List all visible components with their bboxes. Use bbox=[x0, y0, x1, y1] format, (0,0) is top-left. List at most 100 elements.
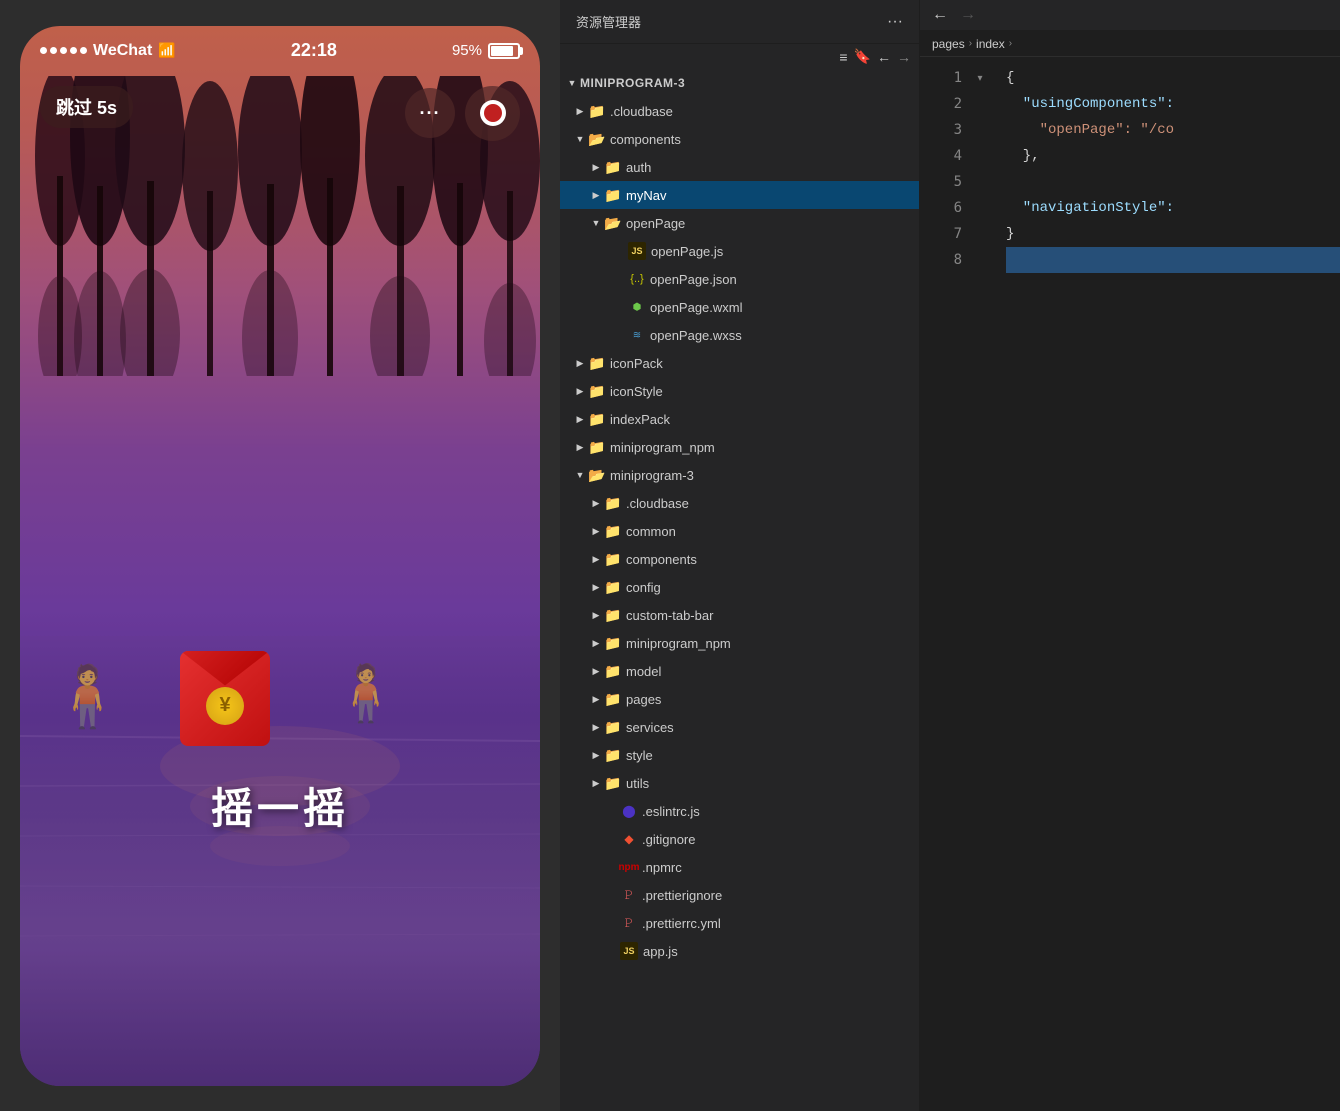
root-label: MINIPROGRAM-3 bbox=[580, 76, 685, 90]
person-right: 🧍 bbox=[332, 661, 400, 726]
folder-icon-custom-tab-bar: 📁 bbox=[604, 606, 622, 624]
signal-dots bbox=[40, 47, 87, 54]
code-line-3: "openPage": "/co bbox=[1006, 117, 1340, 143]
folder-icon-miniprogram-npm-2: 📁 bbox=[604, 634, 622, 652]
chevron-iconpack bbox=[572, 355, 588, 371]
icon-wxss: ≋ bbox=[628, 326, 646, 344]
code-line-4: }, bbox=[1006, 143, 1340, 169]
fold-2 bbox=[970, 91, 990, 117]
forward-arrow-icon[interactable]: → bbox=[897, 49, 911, 65]
file-openpage-wxml[interactable]: ⬢ openPage.wxml bbox=[560, 293, 919, 321]
label-cloudbase-1: .cloudbase bbox=[610, 104, 911, 119]
chevron-openpage bbox=[588, 215, 604, 231]
list-icon[interactable]: ≡ bbox=[839, 49, 847, 65]
red-envelope-container: 🧍 🧍 ¥ bbox=[180, 651, 270, 746]
file-openpage-json[interactable]: {..} openPage.json bbox=[560, 265, 919, 293]
folder-style[interactable]: 📁 style bbox=[560, 741, 919, 769]
back-arrow-icon[interactable]: ← bbox=[877, 49, 891, 65]
folder-icon-model: 📁 bbox=[604, 662, 622, 680]
root-item[interactable]: MINIPROGRAM-3 bbox=[560, 69, 919, 97]
code-content[interactable]: { "usingComponents": "openPage": "/co }, bbox=[990, 57, 1340, 1111]
back-nav-icon[interactable]: ← bbox=[928, 4, 952, 26]
line-num-6: 6 bbox=[920, 195, 962, 221]
icon-wxml: ⬢ bbox=[628, 298, 646, 316]
folder-miniprogram3[interactable]: 📂 miniprogram-3 bbox=[560, 461, 919, 489]
label-miniprogram3: miniprogram-3 bbox=[610, 468, 911, 483]
file-tree: 📁 .cloudbase 📂 components 📁 auth 📁 myNav bbox=[560, 97, 919, 1111]
label-model: model bbox=[626, 664, 911, 679]
label-iconstyle: iconStyle bbox=[610, 384, 911, 399]
red-envelope[interactable]: ¥ bbox=[180, 651, 270, 746]
folder-components[interactable]: 📂 components bbox=[560, 125, 919, 153]
folder-iconstyle[interactable]: 📁 iconStyle bbox=[560, 377, 919, 405]
chevron-components bbox=[572, 131, 588, 147]
signal-dot-5 bbox=[80, 47, 87, 54]
folder-services[interactable]: 📁 services bbox=[560, 713, 919, 741]
folder-icon-config: 📁 bbox=[604, 578, 622, 596]
folder-custom-tab-bar[interactable]: 📁 custom-tab-bar bbox=[560, 601, 919, 629]
bookmark-icon[interactable]: 🔖 bbox=[854, 48, 871, 65]
file-npmrc[interactable]: npm .npmrc bbox=[560, 853, 919, 881]
skip-button[interactable]: 跳过 5s bbox=[40, 86, 133, 128]
folder-cloudbase-1[interactable]: 📁 .cloudbase bbox=[560, 97, 919, 125]
file-explorer: 资源管理器 ··· ≡ 🔖 ← → MINIPROGRAM-3 📁 bbox=[560, 0, 920, 1111]
carrier-name: WeChat bbox=[93, 42, 152, 60]
folder-cloudbase-2[interactable]: 📁 .cloudbase bbox=[560, 489, 919, 517]
file-prettierrc[interactable]: 𝙿 .prettierrc.yml bbox=[560, 909, 919, 937]
label-indexpack: indexPack bbox=[610, 412, 911, 427]
folder-components-2[interactable]: 📁 components bbox=[560, 545, 919, 573]
file-openpage-wxss[interactable]: ≋ openPage.wxss bbox=[560, 321, 919, 349]
folder-openpage[interactable]: 📂 openPage bbox=[560, 209, 919, 237]
envelope-flap bbox=[180, 651, 270, 686]
icon-appjs: JS bbox=[620, 942, 638, 960]
label-openpage: openPage bbox=[626, 216, 911, 231]
file-eslintrc[interactable]: ⬤ .eslintrc.js bbox=[560, 797, 919, 825]
folder-model[interactable]: 📁 model bbox=[560, 657, 919, 685]
folder-common[interactable]: 📁 common bbox=[560, 517, 919, 545]
file-openpage-js[interactable]: JS openPage.js bbox=[560, 237, 919, 265]
file-prettierignore[interactable]: 𝙿 .prettierignore bbox=[560, 881, 919, 909]
icon-js: JS bbox=[628, 242, 646, 260]
label-miniprogram-npm-2: miniprogram_npm bbox=[626, 636, 911, 651]
breadcrumb-sep-2: › bbox=[1009, 38, 1012, 49]
folder-config[interactable]: 📁 config bbox=[560, 573, 919, 601]
code-editor: ← → pages › index › 1 2 3 4 5 6 7 8 bbox=[920, 0, 1340, 1111]
explorer-more-icon[interactable]: ··· bbox=[887, 13, 903, 31]
forward-nav-icon[interactable]: → bbox=[956, 4, 980, 26]
breadcrumb-bar: pages › index › bbox=[920, 31, 1340, 57]
explorer-header: 资源管理器 ··· bbox=[560, 0, 919, 44]
fold-8 bbox=[970, 247, 990, 273]
folder-icon-services: 📁 bbox=[604, 718, 622, 736]
person-left: 🧍 bbox=[50, 661, 125, 732]
folder-auth[interactable]: 📁 auth bbox=[560, 153, 919, 181]
file-gitignore[interactable]: ◆ .gitignore bbox=[560, 825, 919, 853]
fold-1[interactable]: ▾ bbox=[970, 65, 990, 91]
folder-iconpack[interactable]: 📁 iconPack bbox=[560, 349, 919, 377]
code-line-1: { bbox=[1006, 65, 1340, 91]
clock: 22:18 bbox=[291, 40, 337, 61]
folder-pages[interactable]: 📁 pages bbox=[560, 685, 919, 713]
file-appjs[interactable]: JS app.js bbox=[560, 937, 919, 965]
breadcrumb-index: index bbox=[976, 37, 1005, 51]
record-button[interactable] bbox=[465, 86, 520, 141]
options-button[interactable]: ··· bbox=[405, 88, 455, 138]
folder-miniprogram-npm-2[interactable]: 📁 miniprogram_npm bbox=[560, 629, 919, 657]
signal-dot-4 bbox=[70, 47, 77, 54]
label-npmrc: .npmrc bbox=[642, 860, 911, 875]
phone-frame: WeChat 📶 22:18 95% 跳过 5s ··· bbox=[20, 26, 540, 1086]
folder-icon-miniprogram3: 📂 bbox=[588, 466, 606, 484]
chevron-gitignore bbox=[604, 831, 620, 847]
folder-miniprogram-npm[interactable]: 📁 miniprogram_npm bbox=[560, 433, 919, 461]
explorer-actions[interactable]: ··· bbox=[887, 13, 903, 31]
wifi-icon: 📶 bbox=[158, 42, 175, 59]
folder-indexpack[interactable]: 📁 indexPack bbox=[560, 405, 919, 433]
label-prettierignore: .prettierignore bbox=[642, 888, 911, 903]
status-bar: WeChat 📶 22:18 95% bbox=[20, 26, 540, 76]
folder-mynav[interactable]: 📁 myNav bbox=[560, 181, 919, 209]
folder-utils[interactable]: 📁 utils bbox=[560, 769, 919, 797]
envelope-coin: ¥ bbox=[206, 687, 244, 725]
folder-icon-openpage: 📂 bbox=[604, 214, 622, 232]
icon-eslint: ⬤ bbox=[620, 802, 638, 820]
record-dot bbox=[484, 104, 502, 122]
label-cloudbase-2: .cloudbase bbox=[626, 496, 911, 511]
